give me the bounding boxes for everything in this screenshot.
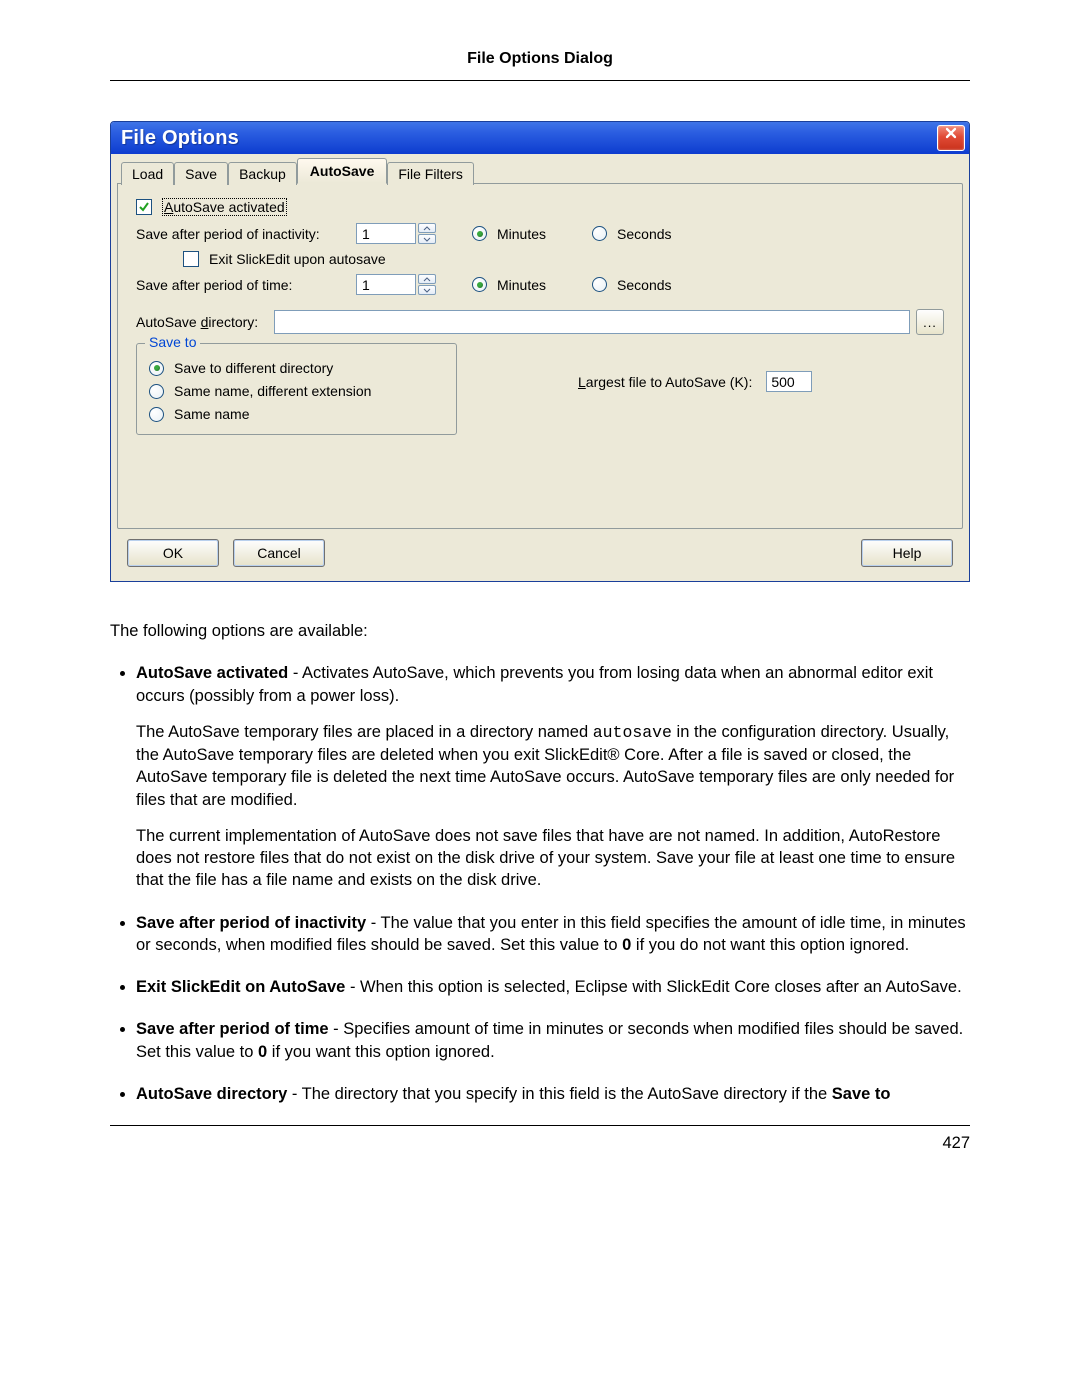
chevron-down-icon bbox=[423, 237, 431, 242]
period-seconds-label: Seconds bbox=[617, 277, 671, 293]
tab-bar: Load Save Backup AutoSave File Filters bbox=[117, 158, 963, 184]
tab-backup[interactable]: Backup bbox=[228, 162, 297, 185]
list-item: AutoSave activated - Activates AutoSave,… bbox=[136, 662, 970, 891]
period-spin-up[interactable] bbox=[418, 274, 436, 284]
autosave-panel: AAutoSave activatedutoSave activated Sav… bbox=[117, 183, 963, 529]
largest-file-input[interactable] bbox=[766, 371, 812, 392]
inactivity-minutes-label: Minutes bbox=[497, 226, 546, 242]
page-number: 427 bbox=[942, 1134, 970, 1152]
ok-button[interactable]: OK bbox=[127, 539, 219, 567]
close-icon bbox=[944, 126, 958, 140]
list-item: Exit SlickEdit on AutoSave - When this o… bbox=[136, 976, 970, 998]
tab-save[interactable]: Save bbox=[174, 162, 228, 185]
titlebar: File Options bbox=[111, 122, 969, 154]
autosave-activated-checkbox[interactable] bbox=[136, 199, 152, 215]
list-item: AutoSave directory - The directory that … bbox=[136, 1083, 970, 1105]
saveto-different-dir-radio[interactable] bbox=[149, 361, 164, 376]
period-spin-down[interactable] bbox=[418, 285, 436, 295]
period-input[interactable] bbox=[356, 274, 416, 295]
period-label: Save after period of time: bbox=[136, 277, 346, 293]
chevron-up-icon bbox=[423, 277, 431, 282]
period-seconds-radio[interactable] bbox=[592, 277, 607, 292]
file-options-dialog: File Options Load Save Backup AutoSave F… bbox=[110, 121, 970, 582]
inactivity-input[interactable] bbox=[356, 223, 416, 244]
chevron-up-icon bbox=[423, 226, 431, 231]
inactivity-seconds-label: Seconds bbox=[617, 226, 671, 242]
chevron-down-icon bbox=[423, 288, 431, 293]
inactivity-spin-up[interactable] bbox=[418, 223, 436, 233]
inactivity-label: Save after period of inactivity: bbox=[136, 226, 346, 242]
tab-load[interactable]: Load bbox=[121, 162, 174, 185]
description-text: The following options are available: Aut… bbox=[110, 620, 970, 1105]
largest-file-label: Largest file to AutoSave (K): bbox=[578, 374, 752, 390]
document-page: File Options Dialog File Options Load Sa… bbox=[0, 0, 1080, 1183]
autosave-dir-input[interactable] bbox=[274, 310, 910, 334]
tab-autosave[interactable]: AutoSave bbox=[297, 158, 388, 184]
period-minutes-label: Minutes bbox=[497, 277, 546, 293]
inactivity-minutes-radio[interactable] bbox=[472, 226, 487, 241]
list-item: Save after period of inactivity - The va… bbox=[136, 912, 970, 957]
help-button[interactable]: Help bbox=[861, 539, 953, 567]
dialog-button-row: OK Cancel Help bbox=[117, 529, 963, 575]
inactivity-spin-down[interactable] bbox=[418, 234, 436, 244]
dialog-body: Load Save Backup AutoSave File Filters A… bbox=[111, 154, 969, 581]
page-header: File Options Dialog bbox=[110, 50, 970, 81]
saveto-different-dir-label: Save to different directory bbox=[174, 360, 333, 376]
intro-paragraph: The following options are available: bbox=[110, 620, 970, 642]
autosave-activated-label: AAutoSave activatedutoSave activated bbox=[162, 198, 287, 216]
saveto-diff-ext-label: Same name, different extension bbox=[174, 383, 371, 399]
close-button[interactable] bbox=[937, 125, 965, 151]
page-footer: 427 bbox=[110, 1125, 970, 1153]
tab-file-filters[interactable]: File Filters bbox=[387, 162, 474, 185]
window-title: File Options bbox=[121, 127, 239, 150]
inactivity-seconds-radio[interactable] bbox=[592, 226, 607, 241]
save-to-fieldset: Save to Save to different directory Same… bbox=[136, 343, 457, 435]
period-minutes-radio[interactable] bbox=[472, 277, 487, 292]
cancel-button[interactable]: Cancel bbox=[233, 539, 325, 567]
autosave-dir-label: AutoSave directory: bbox=[136, 314, 268, 330]
exit-on-autosave-checkbox[interactable] bbox=[183, 251, 199, 267]
browse-button[interactable]: ... bbox=[916, 309, 944, 335]
saveto-same-name-label: Same name bbox=[174, 406, 249, 422]
exit-on-autosave-label: Exit SlickEdit upon autosave bbox=[209, 251, 386, 267]
saveto-diff-ext-radio[interactable] bbox=[149, 384, 164, 399]
check-icon bbox=[138, 201, 150, 213]
list-item: Save after period of time - Specifies am… bbox=[136, 1018, 970, 1063]
save-to-legend: Save to bbox=[145, 334, 200, 350]
saveto-same-name-radio[interactable] bbox=[149, 407, 164, 422]
